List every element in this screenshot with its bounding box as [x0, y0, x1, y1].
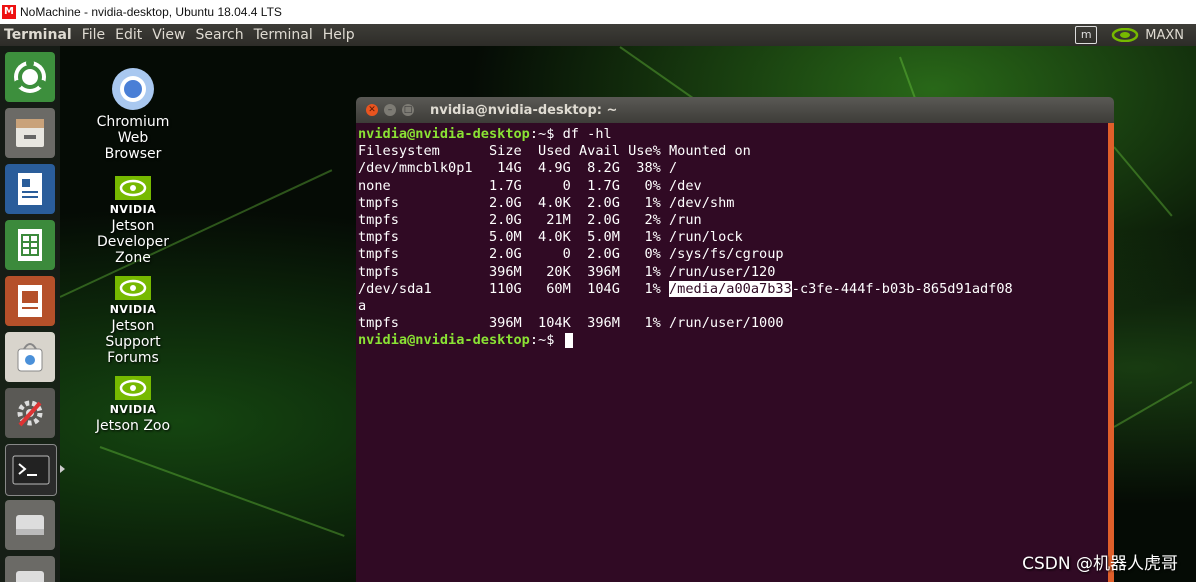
df-row: tmpfs 2.0G 4.0K 2.0G 1% /dev/shm — [358, 194, 735, 211]
prompt: nvidia@nvidia-desktop — [358, 332, 530, 349]
launcher — [0, 46, 65, 582]
nvidia-icon — [115, 376, 151, 400]
desktop-icon-label: Browser — [104, 146, 162, 162]
terminal-output: nvidia@nvidia-desktop:~$ df -hl Filesyst… — [358, 126, 1013, 350]
terminal-icon[interactable] — [5, 444, 57, 496]
prompt: nvidia@nvidia-desktop — [358, 126, 530, 142]
desktop-icon-label: Forums — [107, 350, 159, 366]
maximize-icon[interactable]: □ — [402, 104, 414, 116]
selected-text[interactable]: /media/a00a7b33 — [669, 280, 792, 297]
calc-icon[interactable] — [5, 220, 55, 270]
df-row: /dev/mmcblk0p1 14G 4.9G 8.2G 38% / — [358, 160, 678, 177]
panel-indicators: m MAXN — [1075, 24, 1184, 46]
sda1-wrap: a — [358, 298, 367, 315]
drive-icon[interactable] — [5, 500, 55, 550]
nvidia-brand-text: NVIDIA — [109, 303, 157, 316]
df-row: tmpfs 2.0G 0 2.0G 0% /sys/fs/cgroup — [358, 246, 784, 263]
drive-icon[interactable] — [5, 556, 55, 582]
desktop-icon-label: Jetson — [111, 318, 155, 334]
df-row: none 1.7G 0 1.7G 0% /dev — [358, 177, 702, 194]
command-text: df -hl — [562, 126, 612, 142]
menu-file[interactable]: File — [82, 27, 105, 43]
desktop-icon-label: Developer — [96, 234, 169, 250]
nvidia-icon — [115, 176, 151, 200]
menu-search[interactable]: Search — [196, 27, 244, 43]
desktop-icon-jetson-support-forums[interactable]: NVIDIA Jetson Support Forums — [83, 276, 183, 366]
terminal-window[interactable]: ✕ – □ nvidia@nvidia-desktop: ~ nvidia@nv… — [356, 97, 1114, 582]
command-line: nvidia@nvidia-desktop:~$ — [358, 332, 573, 348]
desktop-icon-label: Chromium — [96, 114, 170, 130]
sda1-mount-rest: -c3fe-444f-b03b-865d91adf08 — [791, 280, 1013, 297]
ubuntu-dash-icon[interactable] — [5, 52, 55, 102]
nvidia-brand-text: NVIDIA — [109, 403, 157, 416]
df-row-sda1: /dev/sda1 110G 60M 104G 1% /media/a00a7b… — [358, 280, 1013, 297]
desktop-icon-label: Zone — [115, 250, 151, 266]
wallpaper-streak — [1113, 146, 1173, 217]
df-row: tmpfs 396M 20K 396M 1% /run/user/120 — [358, 263, 776, 280]
nomachine-logo-icon: M — [2, 5, 16, 19]
terminal-title: nvidia@nvidia-desktop: ~ — [430, 102, 618, 118]
nvidia-icon — [115, 276, 151, 300]
df-header: Filesystem Size Used Avail Use% Mounted … — [358, 143, 751, 160]
menu-view[interactable]: View — [152, 27, 185, 43]
close-icon[interactable]: ✕ — [366, 104, 378, 116]
text-cursor — [564, 332, 573, 348]
desktop-icon-label: Web — [117, 130, 149, 146]
chromium-icon — [112, 68, 154, 110]
df-row: tmpfs 2.0G 21M 2.0G 2% /run — [358, 212, 702, 229]
desktop-icon-label: Support — [105, 334, 161, 350]
desktop-icon-jetson-developer-zone[interactable]: NVIDIA Jetson Developer Zone — [83, 176, 183, 266]
desktop-icon-label: Jetson — [111, 218, 155, 234]
desktop-icon-label: Jetson Zoo — [95, 418, 171, 434]
menu-edit[interactable]: Edit — [115, 27, 142, 43]
impress-icon[interactable] — [5, 276, 55, 326]
menu-terminal[interactable]: Terminal — [254, 27, 313, 43]
command-line: nvidia@nvidia-desktop:~$ df -hl — [358, 126, 612, 142]
settings-icon[interactable] — [5, 388, 55, 438]
terminal-titlebar[interactable]: ✕ – □ nvidia@nvidia-desktop: ~ — [356, 97, 1114, 123]
menu-help[interactable]: Help — [323, 27, 355, 43]
software-center-icon[interactable] — [5, 332, 55, 382]
window-title: NoMachine - nvidia-desktop, Ubuntu 18.04… — [20, 5, 282, 19]
nomachine-titlebar: M NoMachine - nvidia-desktop, Ubuntu 18.… — [0, 0, 1196, 25]
nvidia-brand-text: NVIDIA — [109, 203, 157, 216]
prompt-suffix: :~$ — [529, 332, 563, 349]
df-row: tmpfs 5.0M 4.0K 5.0M 1% /run/lock — [358, 229, 743, 246]
wallpaper-streak — [1113, 381, 1193, 428]
terminal-body[interactable]: nvidia@nvidia-desktop:~$ df -hl Filesyst… — [356, 123, 1108, 582]
active-app-name: Terminal — [4, 27, 72, 43]
terminal-scrollbar[interactable] — [1108, 123, 1114, 582]
files-icon[interactable] — [5, 108, 55, 158]
wallpaper-streak — [99, 446, 345, 537]
desktop-icon-jetson-zoo[interactable]: NVIDIA Jetson Zoo — [83, 376, 183, 434]
prompt-suffix: :~$ — [529, 126, 563, 142]
minimize-icon[interactable]: – — [384, 104, 396, 116]
sda1-columns: /dev/sda1 110G 60M 104G 1% — [358, 280, 669, 297]
nvidia-indicator-icon[interactable] — [1111, 28, 1139, 42]
desktop-icon-chromium[interactable]: Chromium Web Browser — [83, 66, 183, 162]
desktop: Chromium Web Browser NVIDIA Jetson Devel… — [0, 46, 1196, 582]
indicator-box-icon[interactable]: m — [1075, 26, 1098, 44]
watermark: CSDN @机器人虎哥 — [1022, 554, 1178, 574]
df-row: tmpfs 396M 104K 396M 1% /run/user/1000 — [358, 315, 784, 332]
power-mode-label[interactable]: MAXN — [1145, 28, 1184, 43]
active-app-indicator — [60, 465, 65, 473]
writer-icon[interactable] — [5, 164, 55, 214]
top-panel: Terminal File Edit View Search Terminal … — [0, 24, 1196, 46]
